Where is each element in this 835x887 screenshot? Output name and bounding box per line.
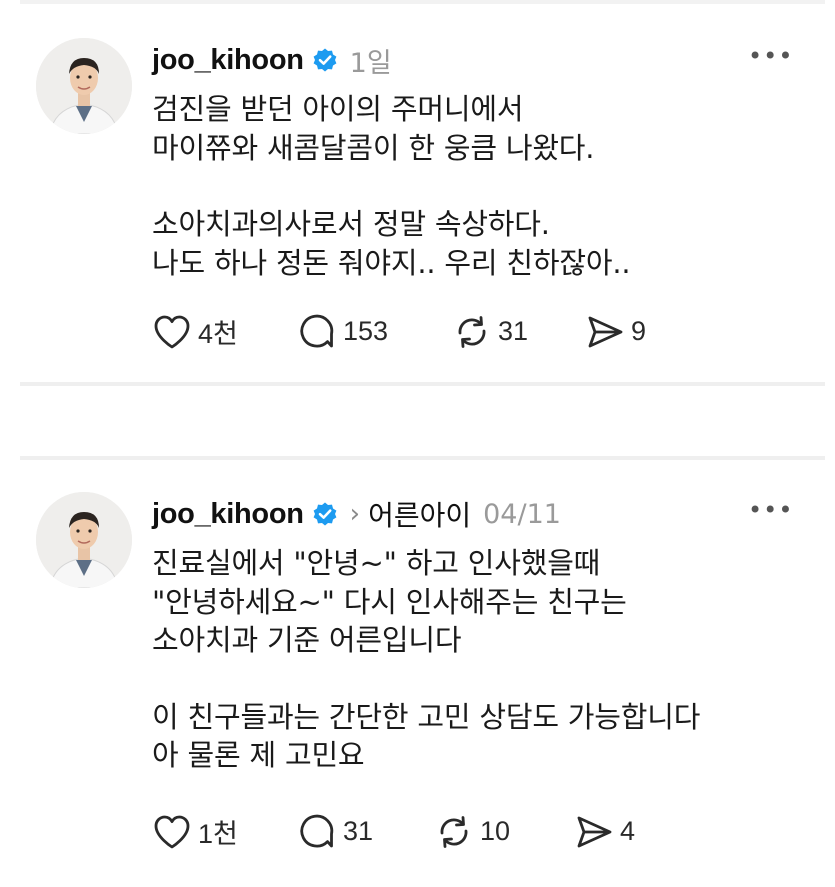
comment-button[interactable]: 153 [297,313,452,351]
post-line: 마이쮸와 새콤달콤이 한 웅큼 나왔다. [152,130,595,165]
avatar[interactable] [36,38,132,134]
verified-badge-icon [312,47,338,73]
heart-icon [154,315,190,348]
post-line: "안녕하세요~" 다시 인사해주는 친구는 [152,584,627,619]
heart-icon [154,815,190,848]
post-body: 진료실에서 "안녕~" 하고 인사했을때 "안녕하세요~" 다시 인사해주는 친… [152,544,700,775]
post-separator [20,382,825,460]
post-line: 소아치과의사로서 정말 속상하다. [152,207,550,241]
repost-arrows-icon [458,315,486,348]
post-body: 검진을 받던 아이의 주머니에서 마이쮸와 새콤달콤이 한 웅큼 나왔다. 소아… [152,90,631,282]
post-line: 진료실에서 "안녕~" 하고 인사했을때 [152,546,601,580]
post-timestamp: 1일 [349,47,392,79]
post-line: 아 물론 제 고민요 [152,738,365,772]
like-button[interactable]: 4천 [152,312,297,351]
post-timestamp: 04/11 [483,498,561,530]
more-horizontal-icon[interactable]: ••• [748,498,793,522]
comment-bubble-icon [300,814,334,847]
repost-count: 31 [498,316,529,346]
post-line: 소아치과 기준 어른입니다 [152,623,462,657]
post-header: joo_kihoon 1일 [152,40,392,80]
share-count: 4 [620,816,636,846]
action-bar: 4천 153 31 9 [152,312,646,351]
avatar[interactable] [36,492,132,588]
share-button[interactable]: 9 [585,313,646,351]
repost-count: 10 [480,816,511,846]
verified-badge-icon [312,501,338,527]
comment-count: 31 [343,816,374,846]
repost-button[interactable]: 31 [452,313,585,351]
post-line: 검진을 받던 아이의 주머니에서 [152,92,524,126]
comment-button[interactable]: 31 [297,813,434,851]
like-count: 1천 [198,819,238,849]
like-button[interactable]: 1천 [152,812,297,851]
comment-bubble-icon [300,314,334,347]
chevron-right-icon: › [349,499,361,529]
share-button[interactable]: 4 [574,813,635,851]
send-paper-plane-icon [577,816,612,847]
repost-button[interactable]: 10 [434,813,574,851]
post-line: 이 친구들과는 간단한 고민 상담도 가능합니다 [152,699,701,734]
repost-arrows-icon [440,815,468,848]
comment-count: 153 [343,316,389,346]
community-link[interactable]: 어른아이 [368,494,471,534]
action-bar: 1천 31 10 4 [152,812,635,851]
send-paper-plane-icon [588,316,623,347]
top-divider [20,0,825,4]
share-count: 9 [631,316,647,346]
username-link[interactable]: joo_kihoon [152,498,304,531]
username-link[interactable]: joo_kihoon [152,44,304,77]
more-horizontal-icon[interactable]: ••• [748,44,793,68]
like-count: 4천 [198,319,238,349]
post-header: joo_kihoon › 어른아이 04/11 [152,494,561,534]
post-line: 나도 하나 정돈 줘야지.. 우리 친하잖아.. [152,245,631,280]
